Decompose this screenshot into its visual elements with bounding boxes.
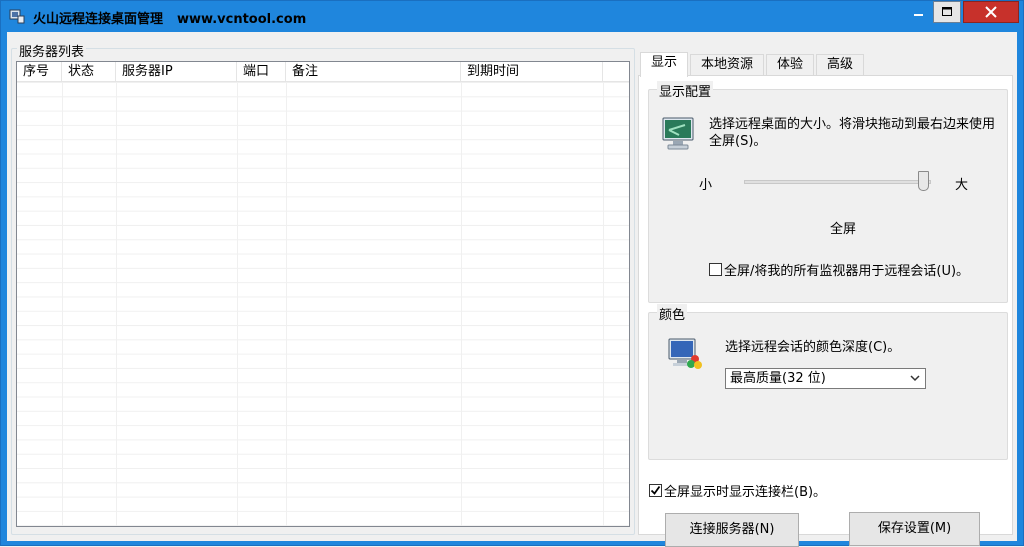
tab-local-resources[interactable]: 本地资源 xyxy=(690,54,765,76)
tab-display[interactable]: 显示 xyxy=(640,52,689,77)
client-area: 服务器列表 序号 状态 服务器IP 端口 备注 到期时间 显示 本地资源 体验 xyxy=(7,32,1017,547)
window-title: 火山远程连接桌面管理 www.vcntool.com xyxy=(33,8,306,27)
minimize-button[interactable] xyxy=(905,1,933,23)
app-window: 火山远程连接桌面管理 www.vcntool.com 服务器列表 序号 状态 服务… xyxy=(0,0,1024,547)
multi-monitor-option[interactable]: 全屏/将我的所有监视器用于远程会话(U)。 xyxy=(709,260,969,279)
connection-bar-option[interactable]: 全屏显示时显示连接栏(B)。 xyxy=(649,481,826,500)
color-depth-icon xyxy=(667,335,703,375)
display-size-description: 选择远程桌面的大小。将滑块拖动到最右边来使用全屏(S)。 xyxy=(709,117,996,149)
chevron-down-icon xyxy=(910,369,920,395)
column-header-status[interactable]: 状态 xyxy=(62,62,116,82)
resolution-slider-thumb[interactable] xyxy=(918,171,929,191)
grid-line xyxy=(461,82,462,526)
grid-line xyxy=(116,82,117,526)
resolution-slider-track[interactable] xyxy=(744,180,931,184)
color-group: 颜色 选择远程会话的颜色深度(C)。 最高质量(32 位) xyxy=(648,304,1008,460)
grid-line xyxy=(603,82,604,526)
slider-min-label: 小 xyxy=(699,178,713,193)
tab-experience[interactable]: 体验 xyxy=(766,54,815,76)
display-config-group: 显示配置 选择远程桌面的大小。将滑块拖动到最右边来使用全屏(S)。 小 大 全屏 xyxy=(648,81,1008,303)
color-legend: 颜色 xyxy=(657,304,688,323)
close-icon xyxy=(985,6,997,18)
app-url: www.vcntool.com xyxy=(177,12,307,27)
column-header-index[interactable]: 序号 xyxy=(17,62,62,82)
server-list-label: 服务器列表 xyxy=(17,41,87,60)
color-depth-description: 选择远程会话的颜色深度(C)。 xyxy=(725,340,901,355)
display-config-legend: 显示配置 xyxy=(657,81,714,100)
grid-line xyxy=(237,82,238,526)
app-title: 火山远程连接桌面管理 xyxy=(33,12,164,27)
column-header-note[interactable]: 备注 xyxy=(286,62,461,82)
display-tab-page: 显示配置 选择远程桌面的大小。将滑块拖动到最右边来使用全屏(S)。 小 大 全屏 xyxy=(638,75,1013,547)
maximize-icon xyxy=(942,7,952,16)
multi-monitor-checkbox[interactable] xyxy=(709,263,722,276)
color-depth-selected: 最高质量(32 位) xyxy=(730,371,826,386)
connection-bar-checkbox[interactable] xyxy=(649,484,662,497)
multi-monitor-label: 全屏/将我的所有监视器用于远程会话(U)。 xyxy=(724,264,970,279)
minimize-icon xyxy=(914,14,923,16)
column-header-ip[interactable]: 服务器IP xyxy=(116,62,237,82)
color-depth-select[interactable]: 最高质量(32 位) xyxy=(725,368,926,389)
slider-value-label: 全屏 xyxy=(830,222,857,237)
server-list-table[interactable]: 序号 状态 服务器IP 端口 备注 到期时间 xyxy=(16,61,630,527)
grid-line xyxy=(286,82,287,526)
tab-advanced[interactable]: 高级 xyxy=(816,54,865,76)
connection-bar-label: 全屏显示时显示连接栏(B)。 xyxy=(664,485,827,500)
column-header-expiry[interactable]: 到期时间 xyxy=(461,62,603,82)
settings-tabs: 显示 本地资源 体验 高级 xyxy=(640,52,866,77)
table-header: 序号 状态 服务器IP 端口 备注 到期时间 xyxy=(17,62,629,82)
close-button[interactable] xyxy=(963,1,1019,23)
checkmark-icon xyxy=(650,485,661,495)
monitor-icon xyxy=(661,116,695,156)
app-icon xyxy=(9,8,25,24)
column-header-filler xyxy=(603,62,629,82)
column-header-port[interactable]: 端口 xyxy=(237,62,286,82)
connect-server-button[interactable]: 连接服务器(N) xyxy=(665,513,799,547)
table-body[interactable] xyxy=(17,82,629,526)
slider-max-label: 大 xyxy=(955,178,969,193)
maximize-button[interactable] xyxy=(933,1,961,23)
title-bar[interactable]: 火山远程连接桌面管理 www.vcntool.com xyxy=(1,1,1023,31)
save-settings-button[interactable]: 保存设置(M) xyxy=(849,512,980,546)
grid-line xyxy=(62,82,63,526)
